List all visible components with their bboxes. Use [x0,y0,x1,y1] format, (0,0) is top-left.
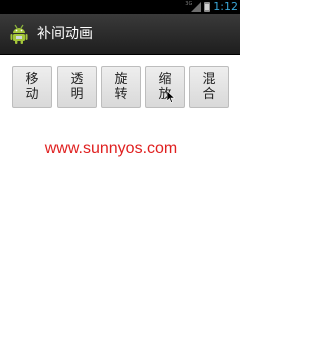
website-link[interactable]: www.sunnyos.com [0,140,222,158]
status-bar: 3G 1:12 [0,0,240,14]
battery-icon [204,2,211,12]
signal-bars [191,2,202,12]
status-icons: 3G 1:12 [185,0,238,14]
mouse-cursor-icon [167,91,175,103]
android-icon [10,24,28,44]
alpha-button[interactable]: 透 明 [57,66,97,108]
translate-button[interactable]: 移 动 [12,66,52,108]
animation-buttons: 移 动 透 明 旋 转 缩 放 混 合 [0,66,240,108]
rotate-button[interactable]: 旋 转 [101,66,141,108]
status-clock: 1:12 [213,0,238,13]
action-bar: 补间动画 [0,14,240,55]
app-screen: 3G 1:12 补间动画 移 动 透 明 旋 转 缩 放 混 合 www.sun… [0,0,240,360]
mix-button[interactable]: 混 合 [189,66,229,108]
scale-button[interactable]: 缩 放 [145,66,185,108]
app-title: 补间动画 [37,26,93,42]
signal-icon: 3G [185,1,202,12]
